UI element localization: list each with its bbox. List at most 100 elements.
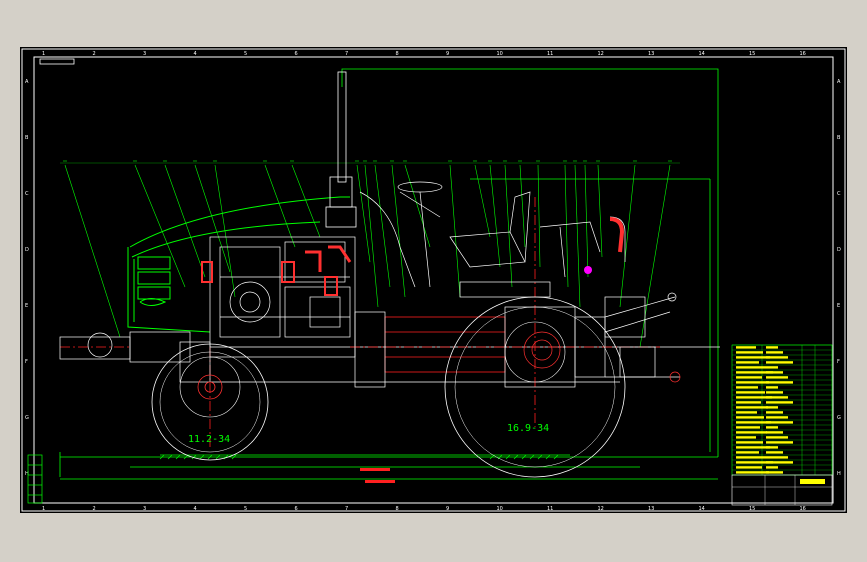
cad-canvas: 1 2 3 4 5 6 7 8 9 10 11 12 13 14 15 16 1 2 3 4 5 6 7 8 9 10 11 12 1… [21,48,846,512]
parts-row-text [766,406,778,409]
column-number: 4 [194,51,197,57]
column-number: 1 [42,51,45,57]
parts-row-text [736,351,763,354]
parts-row-text [736,376,762,379]
column-number: 11 [547,51,553,57]
parts-row-text [736,361,759,364]
row-letter: B [25,135,29,141]
column-number: 3 [143,51,146,57]
parts-row-text [766,451,783,454]
parts-row-text [736,471,769,474]
parts-row-text [766,471,783,474]
revision-block [27,454,43,504]
row-letter: C [25,191,29,197]
column-number: 8 [396,51,399,57]
parts-row-text [766,456,788,459]
column-number: 13 [648,506,654,512]
corner-box [39,58,75,65]
row-letter: D [837,247,841,253]
parts-row-text [766,416,788,419]
parts-row-text [766,431,783,434]
column-number: 2 [93,51,96,57]
parts-row-text [736,381,769,384]
row-letter: A [25,79,29,85]
row-letter: E [25,303,28,309]
engine-hood [127,196,350,333]
steering-and-seat [359,181,626,298]
parts-row-text [736,466,762,469]
row-letter: A [837,79,841,85]
column-number: 6 [295,506,298,512]
column-number: 12 [598,506,604,512]
row-letter: F [25,359,28,365]
column-number: 10 [497,506,503,512]
parts-row-text [736,401,761,404]
parts-row-text [736,436,756,439]
parts-row-text [766,421,793,424]
row-letter: H [25,471,29,477]
chassis-hidden-lines [60,197,660,447]
front-weights [59,331,211,383]
column-number: 3 [143,506,146,512]
parts-row-text [766,436,788,439]
parts-row-text [766,366,778,369]
parts-row-text [766,351,783,354]
column-number: 10 [497,51,503,57]
column-number: 1 [42,506,45,512]
parts-row-text [766,466,778,469]
dimension-text [360,468,395,483]
drawing-sheet: 1 2 3 4 5 6 7 8 9 10 11 12 13 14 15 16 1 2 3 4 5 6 7 8 9 10 11 12 1… [20,47,847,513]
parts-row-text [766,356,788,359]
row-letters-right: A B C D E F G H [837,79,841,477]
row-letters-left: A B C D E F G H [25,79,29,477]
column-number: 7 [345,51,348,57]
parts-row-text [766,441,793,444]
parts-row-text [766,396,788,399]
column-number: 16 [800,51,806,57]
parts-row-text [766,346,778,349]
column-number: 7 [345,506,348,512]
parts-row-text [736,451,759,454]
parts-row-text [766,401,793,404]
parts-row-text [736,446,770,449]
column-number: 8 [396,506,399,512]
column-number: 6 [295,51,298,57]
parts-row-text [736,356,770,359]
column-number: 13 [648,51,654,57]
parts-row-text [736,346,756,349]
row-letter: H [837,471,841,477]
parts-row-text [736,416,764,419]
column-numbers-top: 1 2 3 4 5 6 7 8 9 10 11 12 13 14 15 16 [42,51,806,57]
parts-row-text [766,411,783,414]
parts-row-text [736,366,766,369]
row-letter: E [837,303,840,309]
inner-frame [33,56,834,504]
parts-row-text [766,461,793,464]
parts-row-text [736,426,760,429]
row-letter: D [25,247,29,253]
column-number: 5 [244,506,247,512]
parts-row-text [736,431,767,434]
row-letter: G [25,415,29,421]
parts-row-text [766,376,788,379]
column-number: 9 [446,51,449,57]
column-number: 9 [446,506,449,512]
column-number: 15 [749,506,755,512]
parts-row-text [766,361,793,364]
parts-row-text [766,386,778,389]
front-tire-label: 11.2-34 [188,434,230,445]
parts-row-text [766,426,778,429]
row-letter: G [837,415,841,421]
red-pipe-rear [609,217,625,253]
rear-hitch [604,292,681,383]
outer-frame [21,48,846,512]
row-letter: F [837,359,840,365]
column-number: 11 [547,506,553,512]
parts-row-text [766,391,783,394]
column-number: 16 [800,506,806,512]
parts-row-text [766,446,778,449]
rear-tire-label: 16.9-34 [507,423,549,434]
parts-row-text [736,391,765,394]
parts-row-text [736,441,763,444]
column-number: 4 [194,506,197,512]
